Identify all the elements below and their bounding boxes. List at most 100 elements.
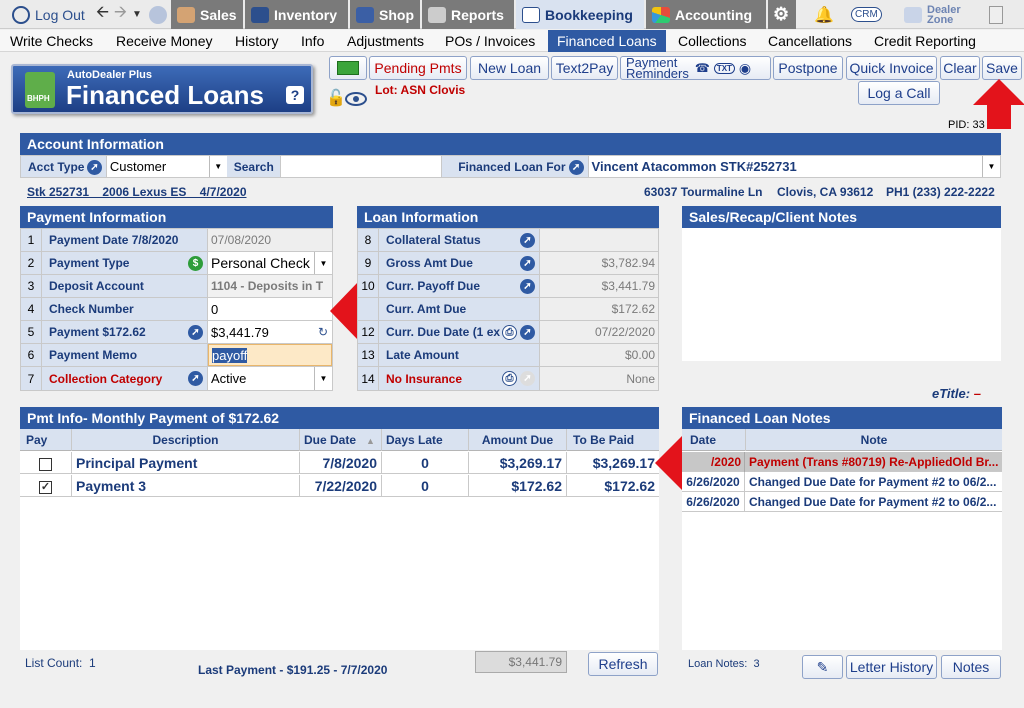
top-nav: Log Out 🡨 🡪 ▼ Sales Inventory Shop Reports… <box>0 0 1024 29</box>
menu-financed-loans[interactable]: Financed Loans <box>548 30 666 52</box>
row-to-be-paid[interactable]: $3,269.17 <box>567 452 659 474</box>
logout-link[interactable]: Log Out <box>6 0 86 29</box>
quick-invoice-button[interactable]: Quick Invoice <box>846 56 937 80</box>
vehicle-link[interactable]: Stk 252731 2006 Lexus ES 4/7/2020 <box>27 185 247 199</box>
payment-type-select[interactable]: Personal Check <box>208 252 314 274</box>
menu-write-checks[interactable]: Write Checks <box>10 30 93 52</box>
menu-receive-money[interactable]: Receive Money <box>116 30 213 52</box>
menu-history[interactable]: History <box>235 30 279 52</box>
print-icon[interactable]: ⎙ <box>502 325 517 340</box>
sales-notes-textarea[interactable] <box>682 228 1001 361</box>
financed-for-dropdown-icon[interactable]: ▼ <box>982 156 1000 177</box>
notes-button[interactable]: Notes <box>941 655 1001 679</box>
signature-button[interactable]: ✎ <box>802 655 843 679</box>
menu-pos-invoices[interactable]: POs / Invoices <box>445 30 535 52</box>
col-to-be-paid[interactable]: To Be Paid <box>567 429 659 451</box>
table-row[interactable]: 6/26/2020 Changed Due Date for Payment #… <box>682 472 1002 492</box>
col-date[interactable]: Date <box>682 429 746 451</box>
col-amount-due[interactable]: Amount Due <box>469 429 567 451</box>
row-number: 2 <box>21 252 42 274</box>
new-loan-button[interactable]: New Loan <box>470 56 549 80</box>
clear-button[interactable]: Clear <box>940 56 980 80</box>
letter-history-button[interactable]: Letter History <box>846 655 937 679</box>
dealer-zone-button[interactable]: Dealer Zone <box>898 0 968 29</box>
help-icon[interactable]: ? <box>286 86 304 104</box>
pay-checkbox[interactable] <box>20 452 72 474</box>
menu-info[interactable]: Info <box>301 30 324 52</box>
payment-reminders-button[interactable]: Payment Reminders ☎ TXT ◉ <box>620 56 771 80</box>
table-row[interactable]: /2020 Payment (Trans #80719) Re-AppliedO… <box>682 452 1002 472</box>
print-icon[interactable]: ⎙ <box>502 371 517 386</box>
financed-for-select[interactable]: Vincent Atacommon STK#252731 <box>589 156 982 177</box>
refresh-icon[interactable]: ↻ <box>318 325 328 339</box>
nav-sales[interactable]: Sales <box>171 0 243 29</box>
pay-checkbox[interactable]: ✓ <box>20 475 72 497</box>
payment-amount-input[interactable]: $3,441.79 <box>208 321 318 343</box>
car-icon <box>251 6 269 23</box>
money-button[interactable] <box>329 56 367 80</box>
row-to-be-paid[interactable]: $172.62 <box>567 475 659 497</box>
due-date-link-icon[interactable]: ➚ <box>520 325 535 340</box>
menu-collections[interactable]: Collections <box>678 30 746 52</box>
settings-button[interactable]: ⚙ <box>768 0 796 29</box>
calculator-icon[interactable] <box>983 0 1007 29</box>
save-button[interactable]: Save <box>982 56 1022 80</box>
dollar-icon[interactable]: $ <box>188 256 203 271</box>
back-icon[interactable]: 🡨 <box>96 1 109 28</box>
nav-shop[interactable]: Shop <box>350 0 420 29</box>
crm-button[interactable]: CRM <box>845 0 883 29</box>
lot-label: Lot: ASN Clovis <box>375 83 466 97</box>
menu-credit-reporting[interactable]: Credit Reporting <box>874 30 976 52</box>
chevron-down-icon[interactable]: ▼ <box>132 9 142 20</box>
book-icon <box>522 6 540 23</box>
collateral-link-icon[interactable]: ➚ <box>520 233 535 248</box>
col-due-date[interactable]: Due Date ▲ <box>300 429 382 451</box>
row-number: 8 <box>358 229 379 251</box>
nav-accounting[interactable]: Accounting <box>646 0 766 29</box>
table-row[interactable]: ✓ Payment 3 7/22/2020 0 $172.62 $172.62 <box>20 475 659 497</box>
unlock-icon[interactable]: 🔓 <box>326 88 346 108</box>
table-row[interactable]: 6/26/2020 Changed Due Date for Payment #… <box>682 492 1002 512</box>
collection-category-dropdown-icon[interactable]: ▼ <box>314 367 332 390</box>
text2pay-button[interactable]: Text2Pay <box>551 56 618 80</box>
acct-type-dropdown-icon[interactable]: ▼ <box>208 156 227 177</box>
acct-type-select[interactable]: Customer <box>107 156 209 177</box>
postpone-button[interactable]: Postpone <box>773 56 843 80</box>
gross-amt-link-icon[interactable]: ➚ <box>520 256 535 271</box>
col-note[interactable]: Note <box>746 429 1002 451</box>
payoff-link-icon[interactable]: ➚ <box>520 279 535 294</box>
deposit-account-select[interactable]: 1104 - Deposits in T <box>208 275 332 297</box>
nav-inventory[interactable]: Inventory <box>245 0 348 29</box>
row-number: 6 <box>21 344 42 366</box>
payment-type-dropdown-icon[interactable]: ▼ <box>314 252 332 274</box>
nav-reports[interactable]: Reports <box>422 0 514 29</box>
collection-category-select[interactable]: Active <box>208 367 314 390</box>
search-input[interactable] <box>280 156 442 177</box>
check-number-input[interactable]: 0 <box>208 298 332 320</box>
eye-icon[interactable] <box>345 92 367 106</box>
bell-icon[interactable]: 🔔 <box>808 0 834 29</box>
col-pay[interactable]: Pay <box>20 429 72 451</box>
pending-pmts-button[interactable]: Pending Pmts <box>369 56 467 80</box>
payment-amount-link-icon[interactable]: ➚ <box>188 325 203 340</box>
log-a-call-button[interactable]: Log a Call <box>858 81 940 105</box>
pie-icon <box>652 6 670 23</box>
acct-type-link-icon[interactable]: ➚ <box>86 160 102 175</box>
col-description[interactable]: Description <box>72 429 300 451</box>
payment-memo-label: Payment Memo <box>42 344 208 366</box>
user-icon[interactable] <box>143 0 169 29</box>
financed-for-link-icon[interactable]: ➚ <box>568 160 584 175</box>
row-number: 14 <box>358 367 379 390</box>
history-nav[interactable]: 🡨 🡪 ▼ <box>90 0 142 29</box>
menu-cancellations[interactable]: Cancellations <box>768 30 852 52</box>
payment-memo-input[interactable]: payoff <box>208 344 332 366</box>
refresh-button[interactable]: Refresh <box>588 652 658 676</box>
nav-bookkeeping[interactable]: Bookkeeping <box>516 0 644 29</box>
collection-category-link-icon[interactable]: ➚ <box>188 371 203 386</box>
forward-icon[interactable]: 🡪 <box>114 1 127 28</box>
checkmark-icon: ✓ <box>39 480 52 494</box>
table-row[interactable]: Principal Payment 7/8/2020 0 $3,269.17 $… <box>20 452 659 474</box>
menu-adjustments[interactable]: Adjustments <box>347 30 424 52</box>
total-field: $3,441.79 <box>475 651 567 673</box>
col-days-late[interactable]: Days Late <box>382 429 469 451</box>
